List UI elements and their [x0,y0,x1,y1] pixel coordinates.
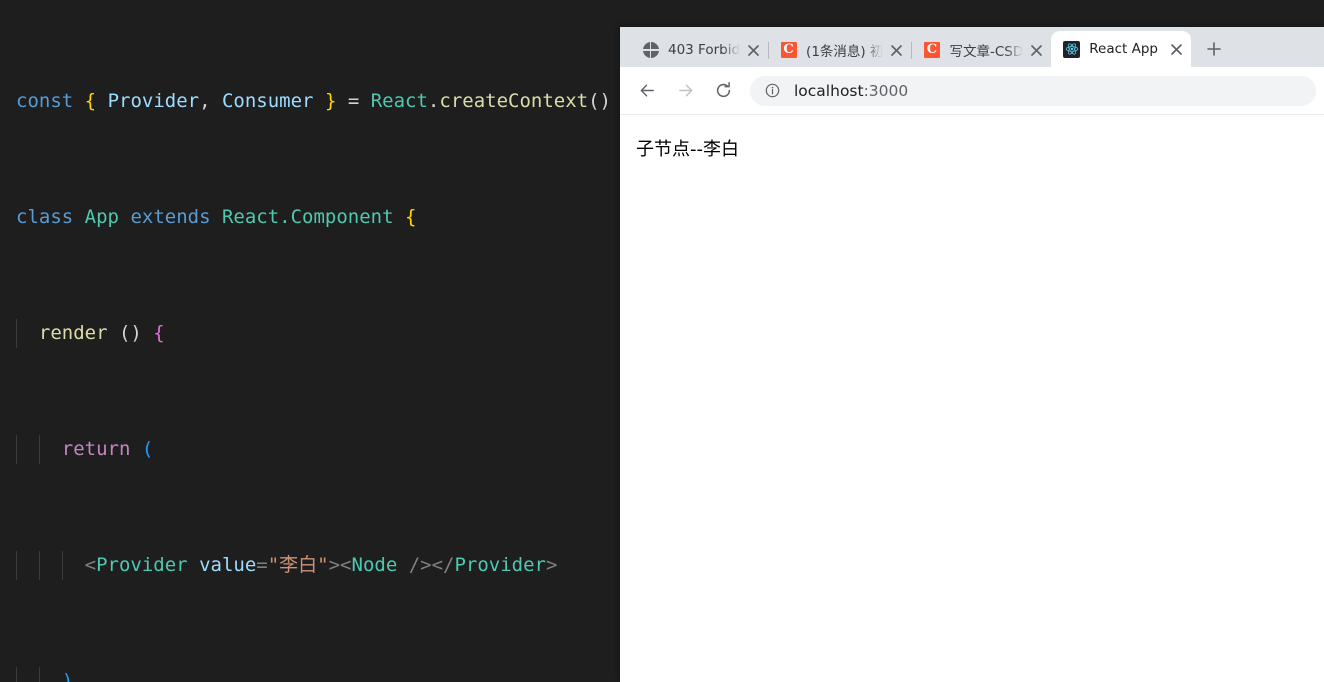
browser-window[interactable]: 403 Forbid C (1条消息) 初 C 写文章-CSD React Ap… [620,27,1324,682]
page-body-text: 子节点--李白 [636,139,739,160]
token-libai-string: "李白" [267,554,329,576]
close-icon[interactable] [742,39,764,61]
token-consumer: Consumer [221,90,314,112]
url-text: localhost:3000 [794,82,908,100]
browser-tab-react-app[interactable]: React App [1051,31,1192,67]
url-host: localhost [794,81,864,100]
indent-guide [16,319,17,348]
address-bar[interactable]: localhost:3000 [750,75,1316,106]
token-return: return [61,438,131,460]
url-port: :3000 [863,81,909,100]
token-extends: extends [130,206,211,228]
browser-tab-403-forbidden[interactable]: 403 Forbid [630,33,768,67]
tab-separator [768,42,770,59]
indent-guide [16,551,17,580]
token-app: App [84,206,119,228]
reload-icon[interactable] [707,75,739,107]
tab-separator [911,42,913,59]
indent-guide [39,551,40,580]
browser-tab-csdn-write[interactable]: C 写文章-CSD [911,33,1051,67]
react-icon [1063,40,1081,58]
indent-guide [39,435,40,464]
close-icon[interactable] [885,39,907,61]
token-react-component: React.Component [221,206,394,228]
indent-guide [16,667,17,682]
close-icon[interactable] [1025,39,1047,61]
tab-title: (1条消息) 初 [806,44,884,60]
token-create-context: createContext [439,90,589,112]
token-react: React [370,90,428,112]
token-render: render [38,322,108,344]
indent-guide [39,667,40,682]
browser-tab-csdn-message[interactable]: C (1条消息) 初 [768,33,911,67]
page-viewport: 子节点--李白 [620,115,1324,682]
csdn-icon: C [780,42,797,59]
token-class: class [16,206,74,228]
tab-title: 写文章-CSD [949,44,1024,60]
back-arrow-icon[interactable] [631,75,663,107]
token-keyword: const [16,90,74,112]
info-circle-icon[interactable] [764,82,781,99]
indent-guide [62,551,63,580]
token-node: Node [351,554,398,576]
token-provider-close: Provider [454,554,546,576]
tab-strip: 403 Forbid C (1条消息) 初 C 写文章-CSD React Ap… [620,27,1324,67]
close-icon[interactable] [1165,38,1187,60]
new-tab-button[interactable] [1199,34,1229,64]
browser-toolbar: localhost:3000 [620,67,1324,115]
globe-icon [642,42,659,59]
tab-title: 403 Forbid [668,42,741,58]
tab-title: React App [1089,41,1158,57]
token-provider: Provider [107,90,200,112]
forward-arrow-icon[interactable] [669,75,701,107]
token-provider-open: Provider [96,554,188,576]
csdn-icon: C [923,42,940,59]
indent-guide [16,435,17,464]
token-value-attr: value [199,554,257,576]
